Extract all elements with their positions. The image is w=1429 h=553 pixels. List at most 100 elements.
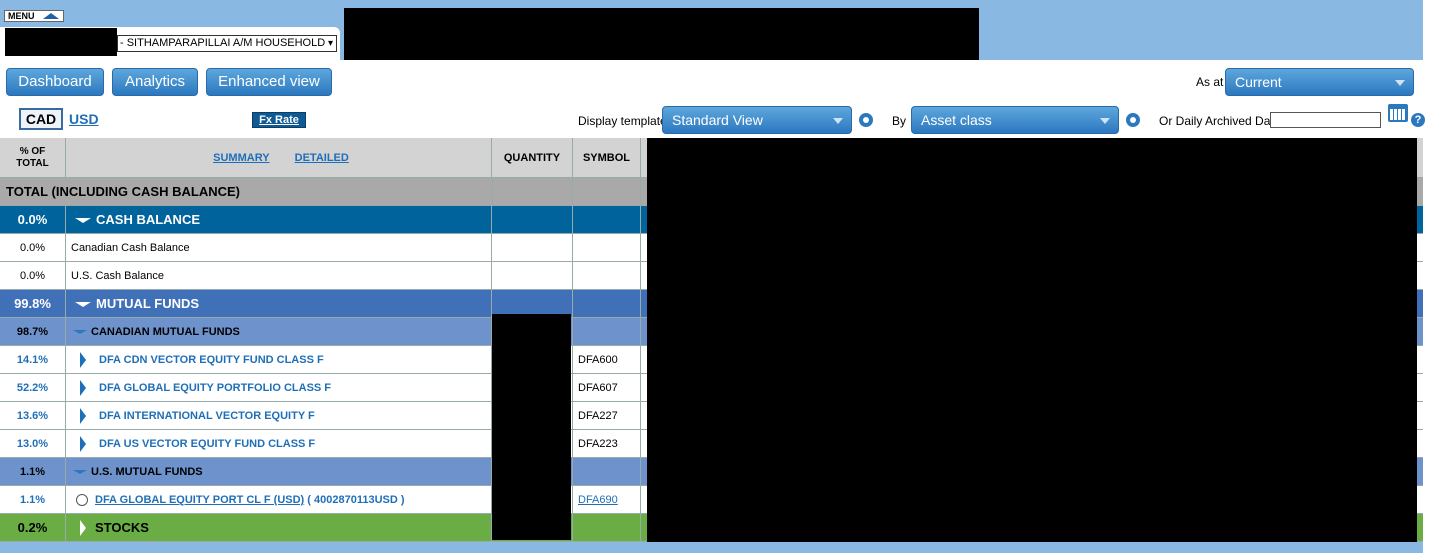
fund-name-link[interactable]: DFA GLOBAL EQUITY PORT CL F (USD) [95, 494, 304, 506]
fund-pct: 52.2% [0, 374, 66, 401]
chevron-up-icon [43, 13, 59, 19]
row-name: U.S. Cash Balance [66, 262, 492, 289]
gear-icon[interactable] [859, 113, 873, 127]
fx-rate-button[interactable]: Fx Rate [252, 112, 306, 128]
currency-cad-toggle[interactable]: CAD [19, 108, 63, 130]
analytics-button[interactable]: Analytics [112, 68, 198, 96]
collapse-icon [73, 329, 87, 334]
header-quantity[interactable]: QUANTITY [492, 138, 573, 177]
cash-balance-pct: 0.0% [0, 206, 66, 233]
collapse-icon [75, 301, 91, 307]
fund-name-cell[interactable]: DFA US VECTOR EQUITY FUND CLASS F [66, 430, 492, 457]
collapse-icon [73, 469, 87, 474]
table-cell [573, 262, 641, 289]
header-symbol[interactable]: SYMBOL [573, 138, 641, 177]
total-label: TOTAL (INCLUDING CASH BALANCE) [6, 184, 240, 199]
by-label: By [892, 114, 907, 128]
fund-name: DFA CDN VECTOR EQUITY FUND CLASS F [99, 354, 324, 366]
canadian-mutual-funds-label: CANADIAN MUTUAL FUNDS [91, 326, 240, 338]
gear-icon[interactable] [1126, 113, 1140, 127]
header-pct-of-total[interactable]: % OF TOTAL [0, 138, 66, 177]
currency-usd-link[interactable]: USD [69, 111, 99, 127]
expand-icon[interactable] [80, 436, 86, 452]
us-mutual-funds-pct: 1.1% [0, 458, 66, 485]
stocks-group[interactable]: STOCKS [66, 514, 492, 541]
fund-symbol-link[interactable]: DFA690 [573, 486, 641, 513]
detailed-link[interactable]: DETAILED [295, 152, 349, 164]
chevron-down-icon [1100, 118, 1110, 124]
expand-icon[interactable] [80, 408, 86, 424]
summary-link[interactable]: SUMMARY [213, 152, 269, 164]
archived-data-label: Or Daily Archived Data [1159, 114, 1281, 128]
chevron-down-icon [1395, 80, 1405, 86]
table-cell [492, 262, 573, 289]
household-select-value: - SITHAMPARAPILLAI A/M HOUSEHOLD [120, 37, 326, 49]
stocks-pct: 0.2% [0, 514, 66, 541]
page-footer-band [0, 542, 1423, 553]
redacted-values [647, 138, 1417, 542]
canadian-mutual-funds-pct: 98.7% [0, 318, 66, 345]
table-cell [573, 458, 641, 485]
enhanced-view-button[interactable]: Enhanced view [206, 68, 332, 96]
dashboard-button[interactable]: Dashboard [6, 68, 104, 96]
expand-icon[interactable] [80, 520, 86, 536]
radio-button[interactable] [76, 494, 88, 506]
page-edge [1423, 0, 1429, 553]
as-at-dropdown[interactable]: Current [1225, 68, 1414, 96]
table-cell [492, 178, 573, 205]
expand-icon[interactable] [80, 352, 86, 368]
fund-name-cell[interactable]: DFA GLOBAL EQUITY PORT CL F (USD) ( 4002… [66, 486, 492, 513]
mutual-funds-group[interactable]: MUTUAL FUNDS [66, 290, 492, 317]
display-template-label: Display template [578, 114, 667, 128]
stocks-label: STOCKS [95, 520, 149, 535]
table-cell [492, 290, 573, 317]
table-cell [492, 234, 573, 261]
fund-name: DFA US VECTOR EQUITY FUND CLASS F [99, 438, 316, 450]
help-icon[interactable]: ? [1411, 113, 1425, 127]
archived-date-input[interactable] [1270, 112, 1381, 128]
as-at-value: Current [1235, 74, 1282, 90]
header-pct-line1: % OF [19, 146, 46, 157]
chevron-down-icon [833, 118, 843, 124]
menu-button[interactable]: MENU [4, 10, 64, 22]
fund-name-cell[interactable]: DFA INTERNATIONAL VECTOR EQUITY F [66, 402, 492, 429]
group-by-dropdown[interactable]: Asset class [911, 106, 1119, 134]
as-at-label: As at [1196, 75, 1224, 89]
mutual-funds-pct: 99.8% [0, 290, 66, 317]
redacted-account-number [5, 28, 117, 56]
header-pct-line2: TOTAL [16, 158, 49, 169]
household-select[interactable]: - SITHAMPARAPILLAI A/M HOUSEHOLD ▾ [117, 35, 337, 52]
display-template-dropdown[interactable]: Standard View [662, 106, 852, 134]
table-cell [573, 514, 641, 541]
canadian-mutual-funds-group[interactable]: CANADIAN MUTUAL FUNDS [66, 318, 492, 345]
group-by-value: Asset class [921, 112, 992, 128]
fund-symbol: DFA607 [573, 374, 641, 401]
fund-pct: 14.1% [0, 346, 66, 373]
redacted-quantities [492, 314, 571, 540]
fund-name-cell[interactable]: DFA CDN VECTOR EQUITY FUND CLASS F [66, 346, 492, 373]
fund-symbol: DFA223 [573, 430, 641, 457]
fund-pct: 1.1% [0, 486, 66, 513]
menu-label: MENU [8, 11, 35, 21]
header-view-links: SUMMARY DETAILED [66, 138, 492, 177]
cash-balance-group[interactable]: CASH BALANCE [66, 206, 492, 233]
us-mutual-funds-group[interactable]: U.S. MUTUAL FUNDS [66, 458, 492, 485]
table-cell [573, 290, 641, 317]
table-cell [573, 234, 641, 261]
row-pct: 0.0% [0, 234, 66, 261]
table-cell [573, 178, 641, 205]
fund-symbol: DFA227 [573, 402, 641, 429]
fund-name-cell[interactable]: DFA GLOBAL EQUITY PORTFOLIO CLASS F [66, 374, 492, 401]
display-template-value: Standard View [672, 112, 763, 128]
fund-account: ( 4002870113USD ) [307, 494, 405, 506]
fund-symbol: DFA600 [573, 346, 641, 373]
table-cell [573, 318, 641, 345]
mutual-funds-label: MUTUAL FUNDS [96, 296, 200, 311]
fund-pct: 13.6% [0, 402, 66, 429]
us-mutual-funds-label: U.S. MUTUAL FUNDS [91, 466, 203, 478]
redacted-header-info [344, 8, 979, 60]
row-pct: 0.0% [0, 262, 66, 289]
calendar-icon[interactable] [1388, 104, 1408, 122]
row-name: Canadian Cash Balance [66, 234, 492, 261]
expand-icon[interactable] [80, 380, 86, 396]
